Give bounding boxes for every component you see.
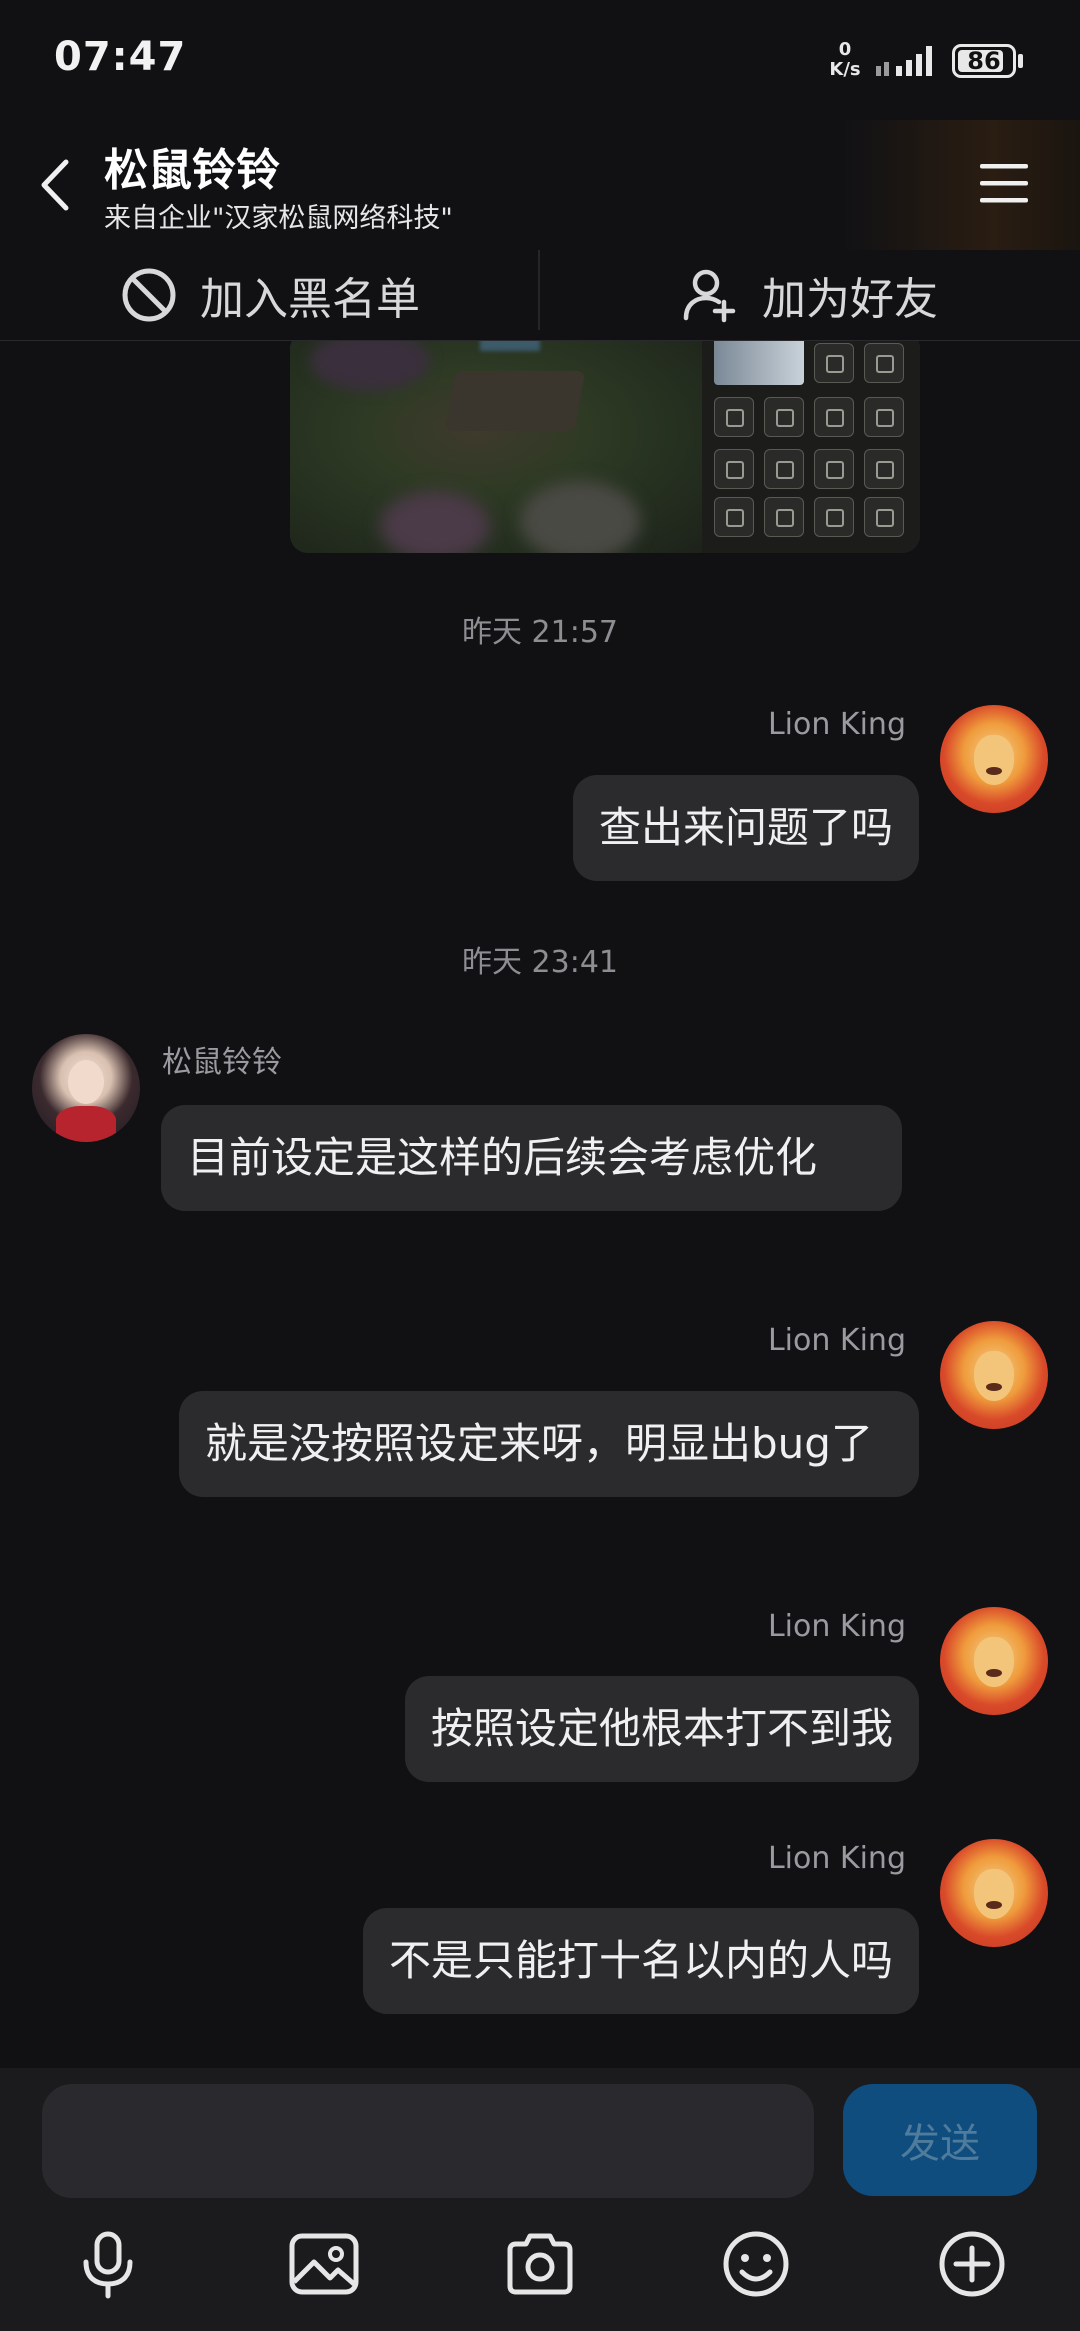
block-icon [122,268,176,322]
signal-icon [876,46,932,76]
songshu-lingling-avatar[interactable] [32,1034,140,1142]
add-friend-label: 加为好友 [762,274,938,325]
lion-king-avatar[interactable] [940,1839,1048,1947]
contact-organization: 来自企业"汉家松鼠网络科技" [104,203,453,234]
sender-name: Lion King [767,1323,906,1358]
chat-header: 松鼠铃铃 来自企业"汉家松鼠网络科技" [0,120,1080,250]
lion-king-avatar[interactable] [940,1607,1048,1715]
block-button[interactable]: 加入黑名单 [0,250,540,340]
block-label: 加入黑名单 [200,274,420,325]
message-bubble-incoming[interactable]: 目前设定是这样的后续会考虑优化 [161,1105,902,1211]
lion-king-avatar[interactable] [940,1321,1048,1429]
lion-king-avatar[interactable] [940,705,1048,813]
game-menu-panel [702,341,920,553]
network-speed: 0 K/s [826,40,864,80]
emoji-icon[interactable] [718,2226,794,2302]
status-bar: 07:47 0 K/s 86 [0,0,1080,120]
sender-name: Lion King [767,1841,906,1876]
camera-icon[interactable] [502,2226,578,2302]
battery-percent: 86 [967,47,1001,75]
message-bubble-outgoing[interactable]: 按照设定他根本打不到我 [404,1676,919,1782]
message-timestamp: 昨天 23:41 [462,945,618,980]
image-icon[interactable] [286,2226,362,2302]
message-bubble-outgoing[interactable]: 就是没按照设定来呀，明显出bug了 [179,1391,919,1497]
battery-icon: 86 [952,44,1016,78]
add-user-icon [683,269,736,323]
contact-name: 松鼠铃铃 [104,145,280,196]
message-input[interactable] [42,2084,814,2198]
contact-action-bar: 加入黑名单 加为好友 [0,250,1080,341]
hamburger-menu-icon[interactable] [976,158,1032,208]
image-message[interactable] [290,341,920,553]
input-bar: 发送 [0,2068,1080,2331]
chevron-left-icon[interactable] [30,150,80,220]
status-time: 07:47 [54,34,187,80]
message-bubble-outgoing[interactable]: 不是只能打十名以内的人吗 [362,1908,919,2014]
network-speed-value: 0 [838,39,852,60]
sender-name: Lion King [767,707,906,742]
microphone-icon[interactable] [70,2226,146,2302]
sender-name: Lion King [767,1609,906,1644]
add-friend-button[interactable]: 加为好友 [540,250,1080,340]
plus-circle-icon[interactable] [934,2226,1010,2302]
send-button[interactable]: 发送 [843,2084,1037,2196]
network-speed-unit: K/s [829,59,861,80]
sender-name: 松鼠铃铃 [162,1045,282,1080]
message-bubble-outgoing[interactable]: 查出来问题了吗 [572,775,919,881]
battery-cap [1018,54,1023,68]
message-list[interactable]: 昨天 21:57 Lion King 查出来问题了吗 昨天 23:41 松鼠铃铃… [0,341,1080,2068]
game-screenshot [290,341,702,553]
message-timestamp: 昨天 21:57 [462,615,618,650]
